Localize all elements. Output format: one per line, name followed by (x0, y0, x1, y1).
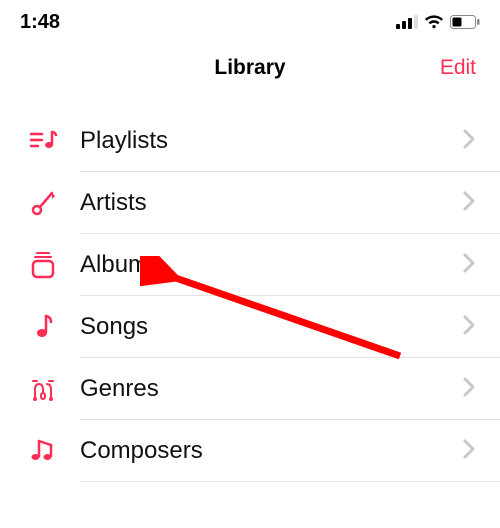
row-label: Composers (68, 437, 462, 465)
row-label: Playlists (68, 127, 462, 155)
albums-icon (28, 250, 68, 280)
battery-icon (450, 15, 480, 29)
library-list: Playlists Artists Albums Songs (0, 110, 500, 482)
row-genres[interactable]: Genres (0, 358, 500, 420)
composers-icon (28, 436, 68, 466)
status-time: 1:48 (20, 11, 60, 34)
page-title: Library (214, 56, 285, 80)
chevron-right-icon (462, 314, 476, 341)
playlists-icon (28, 126, 68, 156)
row-songs[interactable]: Songs (0, 296, 500, 358)
row-label: Songs (68, 313, 462, 341)
songs-icon (28, 312, 68, 342)
wifi-icon (424, 15, 444, 29)
chevron-right-icon (462, 128, 476, 155)
artists-icon (28, 188, 68, 218)
chevron-right-icon (462, 190, 476, 217)
header: Library Edit (0, 44, 500, 92)
chevron-right-icon (462, 438, 476, 465)
cellular-icon (396, 15, 418, 29)
genres-icon (28, 374, 68, 404)
status-bar: 1:48 (0, 0, 500, 44)
row-label: Genres (68, 375, 462, 403)
chevron-right-icon (462, 376, 476, 403)
row-playlists[interactable]: Playlists (0, 110, 500, 172)
row-label: Artists (68, 189, 462, 217)
row-label: Albums (68, 251, 462, 279)
edit-button[interactable]: Edit (440, 56, 476, 80)
row-composers[interactable]: Composers (0, 420, 500, 482)
row-artists[interactable]: Artists (0, 172, 500, 234)
chevron-right-icon (462, 252, 476, 279)
row-albums[interactable]: Albums (0, 234, 500, 296)
status-icons (396, 15, 480, 29)
